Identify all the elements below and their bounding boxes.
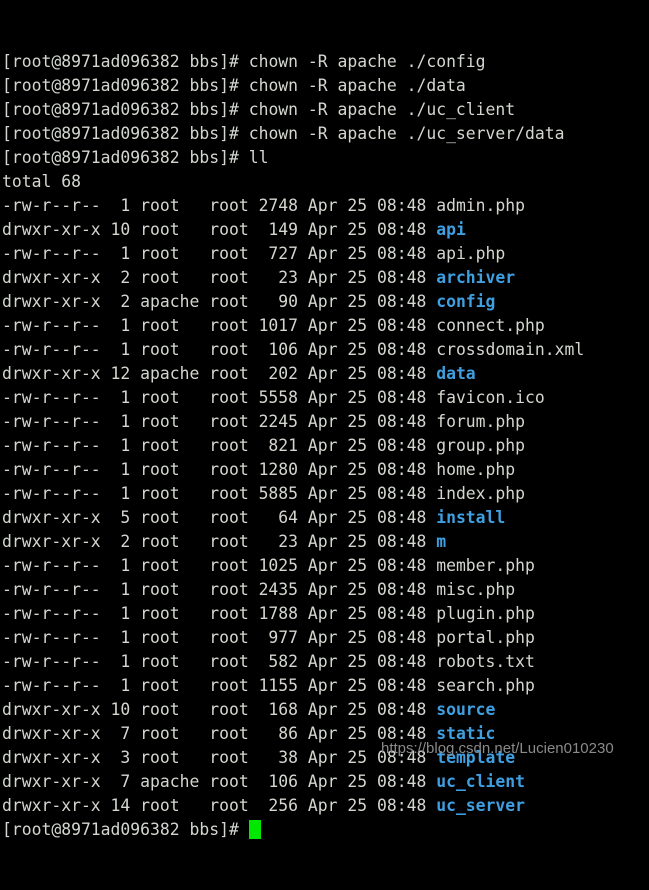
- listing-row: -rw-r--r-- 1 root root 1017 Apr 25 08:48…: [2, 314, 649, 338]
- listing-meta: drwxr-xr-x 10 root root 168 Apr 25 08:48: [2, 700, 437, 719]
- file-name: forum.php: [436, 412, 526, 431]
- file-name: search.php: [436, 676, 535, 695]
- listing-meta: drwxr-xr-x 5 root root 64 Apr 25 08:48: [2, 508, 437, 527]
- directory-name: api: [436, 220, 466, 239]
- listing-meta: drwxr-xr-x 7 apache root 106 Apr 25 08:4…: [2, 772, 437, 791]
- listing-meta: -rw-r--r-- 1 root root 1280 Apr 25 08:48: [2, 460, 437, 479]
- listing-row: -rw-r--r-- 1 root root 977 Apr 25 08:48 …: [2, 626, 649, 650]
- listing-meta: -rw-r--r-- 1 root root 2245 Apr 25 08:48: [2, 412, 437, 431]
- listing-meta: drwxr-xr-x 2 root root 23 Apr 25 08:48: [2, 268, 437, 287]
- command-text: chown -R apache ./data: [248, 76, 466, 95]
- file-name: robots.txt: [436, 652, 535, 671]
- listing-meta: drwxr-xr-x 2 apache root 90 Apr 25 08:48: [2, 292, 437, 311]
- terminal-output: [root@8971ad096382 bbs]# chown -R apache…: [2, 50, 649, 842]
- listing-row: drwxr-xr-x 2 root root 23 Apr 25 08:48 m: [2, 530, 649, 554]
- watermark-text: https://blog.csdn.net/Lucien010230: [381, 740, 614, 757]
- file-name: group.php: [436, 436, 526, 455]
- listing-row: -rw-r--r-- 1 root root 1280 Apr 25 08:48…: [2, 458, 649, 482]
- listing-meta: drwxr-xr-x 10 root root 149 Apr 25 08:48: [2, 220, 437, 239]
- listing-meta: -rw-r--r-- 1 root root 727 Apr 25 08:48: [2, 244, 437, 263]
- listing-meta: drwxr-xr-x 2 root root 23 Apr 25 08:48: [2, 532, 437, 551]
- listing-row: -rw-r--r-- 1 root root 1025 Apr 25 08:48…: [2, 554, 649, 578]
- file-name: portal.php: [436, 628, 535, 647]
- listing-meta: drwxr-xr-x 14 root root 256 Apr 25 08:48: [2, 796, 437, 815]
- listing-row: -rw-r--r-- 1 root root 5558 Apr 25 08:48…: [2, 386, 649, 410]
- listing-row: drwxr-xr-x 5 root root 64 Apr 25 08:48 i…: [2, 506, 649, 530]
- listing-meta: -rw-r--r-- 1 root root 2435 Apr 25 08:48: [2, 580, 437, 599]
- listing-meta: -rw-r--r-- 1 root root 582 Apr 25 08:48: [2, 652, 437, 671]
- listing-meta: -rw-r--r-- 1 root root 821 Apr 25 08:48: [2, 436, 437, 455]
- file-name: connect.php: [436, 316, 545, 335]
- listing-meta: -rw-r--r-- 1 root root 1025 Apr 25 08:48: [2, 556, 437, 575]
- listing-row: drwxr-xr-x 2 apache root 90 Apr 25 08:48…: [2, 290, 649, 314]
- listing-meta: -rw-r--r-- 1 root root 1155 Apr 25 08:48: [2, 676, 437, 695]
- listing-meta: -rw-r--r-- 1 root root 5885 Apr 25 08:48: [2, 484, 437, 503]
- command-text: chown -R apache ./uc_client: [248, 100, 516, 119]
- file-name: favicon.ico: [436, 388, 545, 407]
- listing-row: drwxr-xr-x 10 root root 149 Apr 25 08:48…: [2, 218, 649, 242]
- directory-name: config: [436, 292, 496, 311]
- file-name: home.php: [436, 460, 516, 479]
- command-text: chown -R apache ./config: [248, 52, 486, 71]
- directory-name: uc_server: [436, 796, 526, 815]
- total-line: total 68: [2, 170, 649, 194]
- shell-prompt: [root@8971ad096382 bbs]#: [2, 100, 249, 119]
- text-cursor: [248, 820, 261, 839]
- directory-name: archiver: [436, 268, 516, 287]
- command-text: chown -R apache ./uc_server/data: [248, 124, 565, 143]
- listing-meta: -rw-r--r-- 1 root root 1788 Apr 25 08:48: [2, 604, 437, 623]
- listing-meta: drwxr-xr-x 3 root root 38 Apr 25 08:48: [2, 748, 437, 767]
- command-text: ll: [248, 148, 269, 167]
- listing-row: drwxr-xr-x 2 root root 23 Apr 25 08:48 a…: [2, 266, 649, 290]
- listing-row: drwxr-xr-x 14 root root 256 Apr 25 08:48…: [2, 794, 649, 818]
- listing-row: -rw-r--r-- 1 root root 1788 Apr 25 08:48…: [2, 602, 649, 626]
- listing-meta: -rw-r--r-- 1 root root 5558 Apr 25 08:48: [2, 388, 437, 407]
- listing-row: drwxr-xr-x 12 apache root 202 Apr 25 08:…: [2, 362, 649, 386]
- listing-row: -rw-r--r-- 1 root root 2435 Apr 25 08:48…: [2, 578, 649, 602]
- terminal-screen[interactable]: [root@8971ad096382 bbs]# chown -R apache…: [0, 0, 649, 839]
- listing-meta: drwxr-xr-x 7 root root 86 Apr 25 08:48: [2, 724, 437, 743]
- listing-row: -rw-r--r-- 1 root root 727 Apr 25 08:48 …: [2, 242, 649, 266]
- listing-row: drwxr-xr-x 10 root root 168 Apr 25 08:48…: [2, 698, 649, 722]
- command-line: [root@8971ad096382 bbs]# chown -R apache…: [2, 50, 649, 74]
- command-line: [root@8971ad096382 bbs]# chown -R apache…: [2, 122, 649, 146]
- shell-prompt: [root@8971ad096382 bbs]#: [2, 148, 249, 167]
- listing-meta: -rw-r--r-- 1 root root 977 Apr 25 08:48: [2, 628, 437, 647]
- directory-name: source: [436, 700, 496, 719]
- file-name: api.php: [436, 244, 506, 263]
- listing-row: -rw-r--r-- 1 root root 1155 Apr 25 08:48…: [2, 674, 649, 698]
- directory-name: m: [436, 532, 447, 551]
- listing-row: -rw-r--r-- 1 root root 5885 Apr 25 08:48…: [2, 482, 649, 506]
- active-prompt-line: [root@8971ad096382 bbs]#: [2, 818, 649, 842]
- shell-prompt: [root@8971ad096382 bbs]#: [2, 76, 249, 95]
- listing-row: -rw-r--r-- 1 root root 2245 Apr 25 08:48…: [2, 410, 649, 434]
- listing-meta: -rw-r--r-- 1 root root 106 Apr 25 08:48: [2, 340, 437, 359]
- command-line: [root@8971ad096382 bbs]# chown -R apache…: [2, 98, 649, 122]
- listing-row: -rw-r--r-- 1 root root 582 Apr 25 08:48 …: [2, 650, 649, 674]
- total-text: total 68: [2, 172, 81, 191]
- shell-prompt: [root@8971ad096382 bbs]#: [2, 52, 249, 71]
- directory-name: install: [436, 508, 506, 527]
- file-name: misc.php: [436, 580, 516, 599]
- directory-name: uc_client: [436, 772, 526, 791]
- listing-meta: drwxr-xr-x 12 apache root 202 Apr 25 08:…: [2, 364, 437, 383]
- file-name: index.php: [436, 484, 526, 503]
- listing-row: -rw-r--r-- 1 root root 2748 Apr 25 08:48…: [2, 194, 649, 218]
- file-name: admin.php: [436, 196, 526, 215]
- file-name: plugin.php: [436, 604, 535, 623]
- listing-meta: -rw-r--r-- 1 root root 1017 Apr 25 08:48: [2, 316, 437, 335]
- listing-row: drwxr-xr-x 7 apache root 106 Apr 25 08:4…: [2, 770, 649, 794]
- file-name: crossdomain.xml: [436, 340, 585, 359]
- listing-row: -rw-r--r-- 1 root root 821 Apr 25 08:48 …: [2, 434, 649, 458]
- command-line: [root@8971ad096382 bbs]# chown -R apache…: [2, 74, 649, 98]
- directory-name: data: [436, 364, 476, 383]
- listing-meta: -rw-r--r-- 1 root root 2748 Apr 25 08:48: [2, 196, 437, 215]
- file-name: member.php: [436, 556, 535, 575]
- command-line: [root@8971ad096382 bbs]# ll: [2, 146, 649, 170]
- shell-prompt: [root@8971ad096382 bbs]#: [2, 820, 249, 839]
- shell-prompt: [root@8971ad096382 bbs]#: [2, 124, 249, 143]
- listing-row: -rw-r--r-- 1 root root 106 Apr 25 08:48 …: [2, 338, 649, 362]
